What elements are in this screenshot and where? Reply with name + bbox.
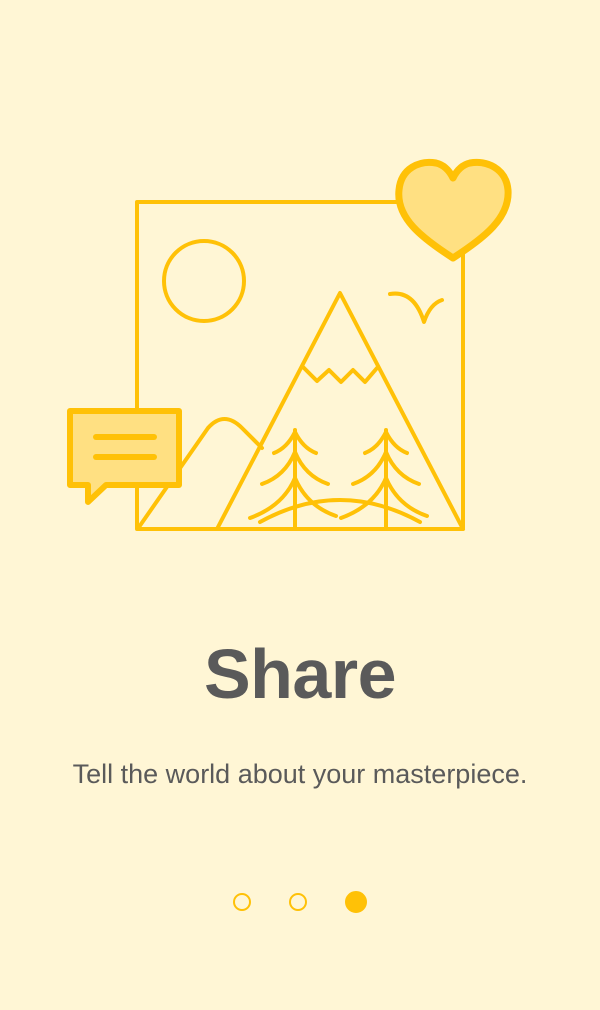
share-illustration [67, 158, 512, 531]
page-indicator [0, 890, 600, 914]
page-description: Tell the world about your masterpiece. [72, 759, 528, 789]
onboarding-screen: Share Tell the world about your masterpi… [0, 0, 600, 1010]
sun-icon [162, 239, 246, 323]
page-dot-1[interactable] [233, 893, 251, 911]
page-dot-3[interactable] [345, 891, 367, 913]
heart-icon [395, 158, 512, 262]
bird-icon [388, 291, 444, 324]
snow-cap [301, 365, 379, 384]
page-dot-2[interactable] [289, 893, 307, 911]
mountain-icon [215, 291, 465, 531]
tree-icon [339, 428, 429, 530]
chat-bubble-icon [67, 408, 182, 505]
page-title: Share [203, 635, 397, 713]
